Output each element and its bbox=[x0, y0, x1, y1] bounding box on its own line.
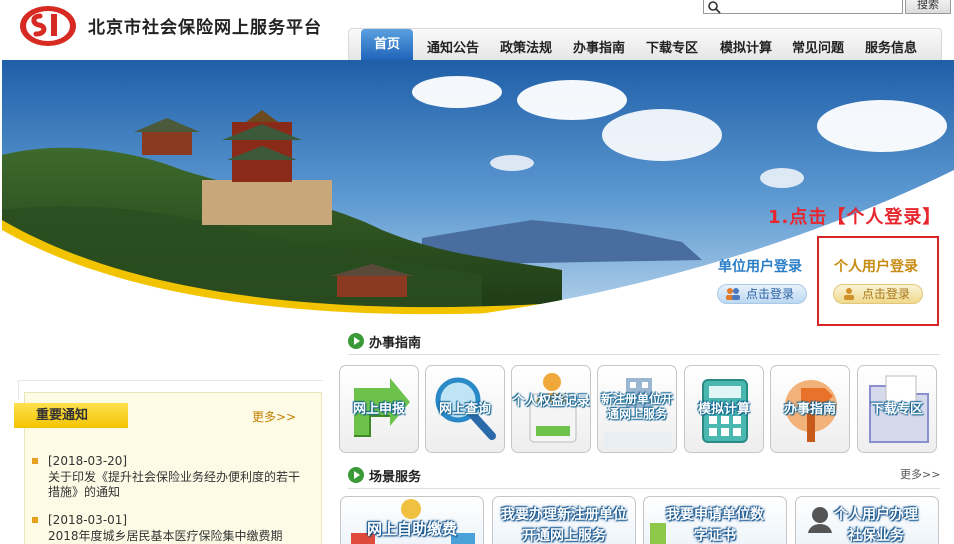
scene-header: 场景服务 bbox=[348, 464, 940, 489]
divider bbox=[348, 488, 940, 489]
highlight-box bbox=[817, 236, 939, 326]
tile-label: 新注册单位开通网上服务 bbox=[600, 392, 673, 421]
tile-label: 办事指南 bbox=[783, 402, 836, 417]
scene-card-certificate[interactable]: 我要申请单位数字证书 bbox=[643, 496, 787, 544]
scene-card-payment[interactable]: 网上自助缴费 bbox=[340, 496, 484, 544]
scene-label: 网上自助缴费 bbox=[366, 520, 457, 538]
arrow-right-icon bbox=[348, 467, 364, 483]
search-button[interactable]: 搜索 bbox=[905, 0, 951, 14]
page: 北京市社会保险网上服务平台 搜索 首页 通知公告 政策法规 办事指南 下载专区 … bbox=[0, 0, 954, 544]
tile-label: 网上申报 bbox=[352, 402, 405, 417]
unit-login-button[interactable]: 点击登录 bbox=[717, 284, 807, 304]
tile-downloads[interactable]: 下载专区 bbox=[857, 365, 937, 453]
search-input[interactable] bbox=[703, 0, 903, 14]
notice-title[interactable]: 关于印发《提升社会保险业务经办便利度的若干措施》的通知 bbox=[48, 470, 304, 500]
guide-header: 办事指南 bbox=[348, 330, 940, 355]
tile-guide[interactable]: 办事指南 bbox=[770, 365, 850, 453]
notice-date: [2018-03-01] bbox=[48, 513, 128, 527]
tab-service-info[interactable]: 服务信息 bbox=[865, 37, 917, 56]
notice-date: [2018-03-20] bbox=[48, 454, 128, 468]
search-icon bbox=[707, 0, 721, 14]
notice-more-link[interactable]: 更多>> bbox=[252, 408, 296, 425]
tab-simulator[interactable]: 模拟计算 bbox=[720, 37, 772, 56]
scene-title: 场景服务 bbox=[369, 470, 422, 485]
tile-label: 模拟计算 bbox=[697, 402, 750, 417]
scene-label: 个人用户办理社保业务 bbox=[834, 507, 918, 544]
login-annotation: 1.点击【个人登录】 bbox=[768, 207, 942, 228]
scene-label: 我要申请单位数字证书 bbox=[666, 507, 764, 544]
site-title: 北京市社会保险网上服务平台 bbox=[88, 18, 322, 38]
tile-online-query[interactable]: 网上查询 bbox=[425, 365, 505, 453]
notice-tab[interactable]: 重要通知 bbox=[14, 403, 128, 428]
bullet-icon bbox=[32, 517, 38, 523]
bullet-icon bbox=[32, 458, 38, 464]
tab-notices[interactable]: 通知公告 bbox=[427, 37, 479, 56]
tile-personal-rights[interactable]: 个人权益记录 bbox=[511, 365, 591, 453]
divider bbox=[348, 354, 940, 355]
tab-guide[interactable]: 办事指南 bbox=[573, 37, 625, 56]
tile-label: 网上查询 bbox=[438, 402, 491, 417]
scene-card-personal[interactable]: 个人用户办理社保业务 bbox=[795, 496, 939, 544]
scene-label: 我要办理新注册单位开通网上服务 bbox=[501, 507, 627, 544]
tile-label: 个人权益记录 bbox=[512, 394, 591, 409]
si-logo-icon[interactable] bbox=[18, 4, 78, 48]
main-nav: 首页 通知公告 政策法规 办事指南 下载专区 模拟计算 常见问题 服务信息 bbox=[348, 28, 942, 61]
arrow-right-icon bbox=[348, 333, 364, 349]
banner bbox=[2, 60, 954, 315]
scene-card-new-unit[interactable]: 我要办理新注册单位开通网上服务 bbox=[492, 496, 636, 544]
tile-label: 下载专区 bbox=[870, 402, 923, 417]
unit-login-label: 点击登录 bbox=[746, 287, 795, 301]
unit-login-title[interactable]: 单位用户登录 bbox=[718, 256, 802, 276]
guide-title: 办事指南 bbox=[369, 336, 422, 351]
list-item[interactable]: [2018-03-01] 2018年度城乡居民基本医疗保险集中缴费期 bbox=[32, 513, 304, 544]
tab-policies[interactable]: 政策法规 bbox=[500, 37, 552, 56]
list-item[interactable]: [2018-03-20] 关于印发《提升社会保险业务经办便利度的若干措施》的通知 bbox=[32, 454, 304, 502]
scene-more-link[interactable]: 更多>> bbox=[900, 466, 940, 482]
notice-title[interactable]: 2018年度城乡居民基本医疗保险集中缴费期 bbox=[48, 529, 304, 544]
tile-simulator[interactable]: 模拟计算 bbox=[684, 365, 764, 453]
users-icon bbox=[725, 287, 741, 301]
tile-new-unit[interactable]: 新注册单位开通网上服务 bbox=[597, 365, 677, 453]
tab-downloads[interactable]: 下载专区 bbox=[646, 37, 698, 56]
tab-faq[interactable]: 常见问题 bbox=[792, 37, 844, 56]
tile-online-declare[interactable]: 网上申报 bbox=[339, 365, 419, 453]
tab-home[interactable]: 首页 bbox=[361, 29, 413, 61]
